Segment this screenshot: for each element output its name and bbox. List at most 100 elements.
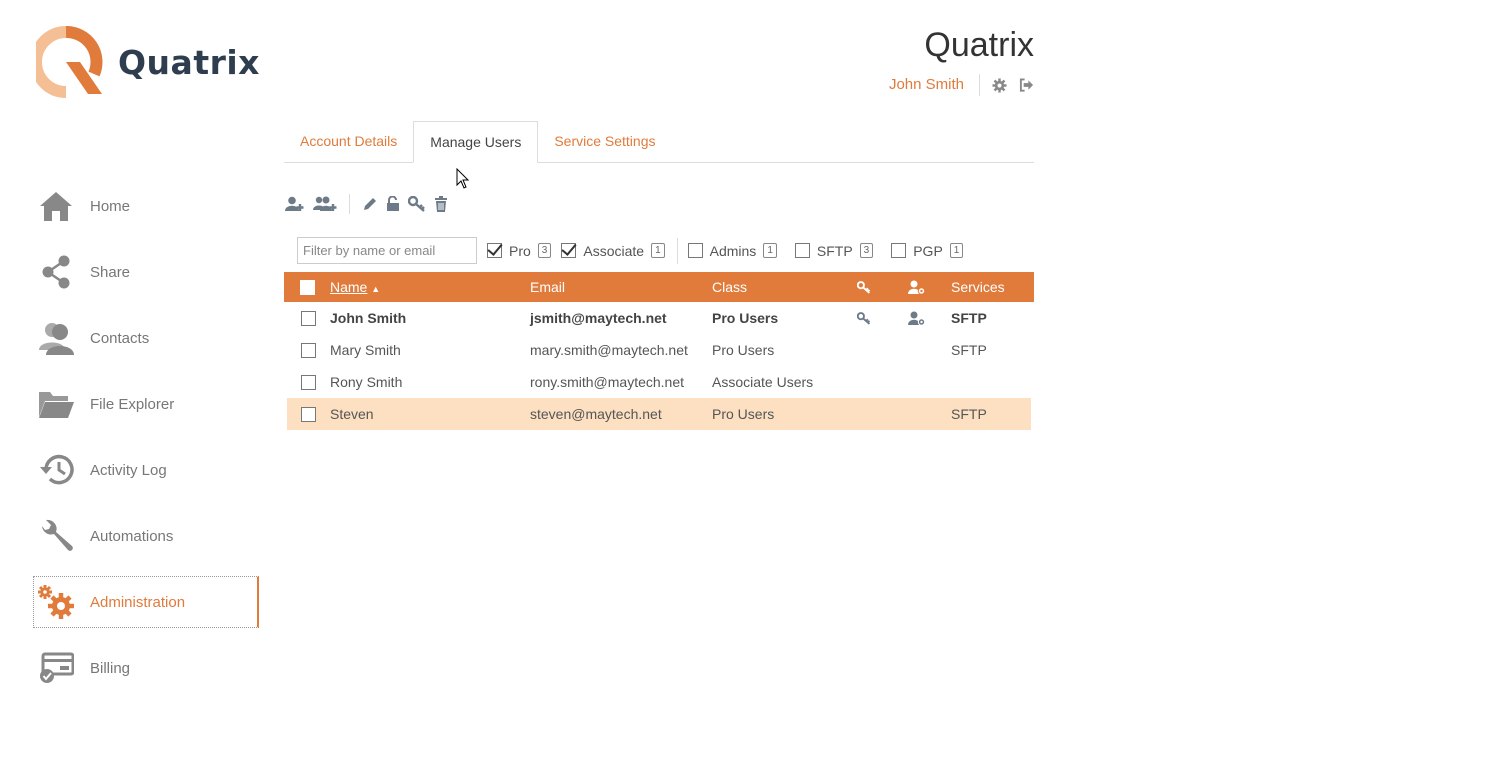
table-row[interactable]: Rony Smith rony.smith@maytech.net Associ… <box>287 366 1031 398</box>
sidebar-item-label: File Explorer <box>90 395 175 413</box>
quatrix-logo-mark <box>36 26 103 98</box>
cell-name: Mary Smith <box>330 342 401 358</box>
user-toolbar <box>285 193 456 215</box>
cell-name: Rony Smith <box>330 374 403 390</box>
sidebar-item-file-explorer[interactable]: File Explorer <box>33 378 259 430</box>
sidebar-item-label: Activity Log <box>90 461 167 479</box>
column-header-class[interactable]: Class <box>712 279 837 295</box>
add-user-icon[interactable] <box>285 196 305 212</box>
history-icon <box>36 450 76 490</box>
delete-trash-icon[interactable] <box>434 196 448 212</box>
users-table: Name ▲ Email Class Services John Smith j… <box>284 272 1034 430</box>
logout-icon[interactable] <box>1019 78 1034 92</box>
cell-email: jsmith@maytech.net <box>530 310 667 326</box>
filter-pro-checkbox[interactable] <box>487 243 502 258</box>
column-header-user-admin-icon[interactable] <box>890 280 943 295</box>
contacts-icon <box>36 318 76 358</box>
filter-sftp-count: 3 <box>859 243 874 258</box>
quatrix-logo[interactable]: Quatrix <box>36 26 260 98</box>
tab-manage-users[interactable]: Manage Users <box>413 121 539 163</box>
sort-name-label[interactable]: Name <box>330 279 367 295</box>
filter-sftp-checkbox[interactable] <box>794 243 810 258</box>
filter-associate[interactable]: Associate 1 <box>561 242 665 259</box>
sort-asc-icon: ▲ <box>371 284 381 294</box>
cell-class: Associate Users <box>712 374 814 390</box>
home-icon <box>36 186 76 226</box>
filter-associate-checkbox[interactable] <box>561 243 577 258</box>
sidebar-item-label: Automations <box>90 527 174 545</box>
column-header-key-icon[interactable] <box>837 280 890 294</box>
table-header: Name ▲ Email Class Services <box>284 272 1034 302</box>
cell-name: John Smith <box>330 310 407 326</box>
select-all-checkbox[interactable] <box>299 279 315 295</box>
sidebar-item-billing[interactable]: Billing <box>33 642 259 694</box>
cell-class: Pro Users <box>712 310 779 326</box>
folder-icon <box>36 384 76 424</box>
sidebar-item-label: Home <box>90 197 131 215</box>
sidebar-item-label: Administration <box>90 593 186 611</box>
sidebar-item-label: Contacts <box>90 329 150 347</box>
gears-icon <box>36 582 76 622</box>
user-bar: John Smith <box>889 74 1034 96</box>
filter-admins-label: Admins <box>709 242 757 259</box>
filter-pgp-checkbox[interactable] <box>891 243 907 258</box>
filter-pgp[interactable]: PGP 1 <box>891 242 964 259</box>
key-icon[interactable] <box>408 196 426 212</box>
user-name-link[interactable]: John Smith <box>889 74 980 96</box>
unlock-icon[interactable] <box>386 196 400 212</box>
filter-search-input[interactable] <box>297 237 477 264</box>
cell-class: Pro Users <box>712 342 775 358</box>
settings-gear-icon[interactable] <box>992 77 1007 93</box>
toolbar-divider <box>349 194 350 214</box>
filter-divider <box>676 237 678 264</box>
share-icon <box>36 252 76 292</box>
table-row[interactable]: Steven steven@maytech.net Pro Users SFTP <box>287 398 1031 430</box>
admin-tabs: Account Details Manage Users Service Set… <box>284 121 1034 163</box>
add-users-group-icon[interactable] <box>313 196 337 212</box>
filter-pgp-label: PGP <box>913 242 943 259</box>
sidebar-item-share[interactable]: Share <box>33 246 259 298</box>
filter-pgp-count: 1 <box>949 243 964 258</box>
filter-admins[interactable]: Admins 1 <box>687 242 777 259</box>
filter-admins-count: 1 <box>763 243 777 258</box>
table-row[interactable]: Mary Smith mary.smith@maytech.net Pro Us… <box>287 334 1031 366</box>
cell-email: steven@maytech.net <box>530 406 662 422</box>
row-key-icon <box>837 311 890 325</box>
column-header-services[interactable]: Services <box>943 279 1029 295</box>
app-title: Quatrix <box>924 26 1034 64</box>
filter-associate-label: Associate <box>583 242 645 259</box>
row-user-admin-icon <box>890 311 943 326</box>
filter-sftp[interactable]: SFTP 3 <box>794 242 874 259</box>
sidebar-item-automations[interactable]: Automations <box>33 510 259 562</box>
row-checkbox[interactable] <box>301 374 316 390</box>
cell-email: rony.smith@maytech.net <box>530 374 685 390</box>
sidebar-item-label: Billing <box>90 659 131 677</box>
cell-services: SFTP <box>951 310 987 326</box>
filter-sftp-label: SFTP <box>816 242 853 259</box>
sidebar-nav: Home Share Contacts File Explorer Activi… <box>33 180 259 708</box>
filter-pro[interactable]: Pro 3 <box>487 242 552 259</box>
sidebar-item-contacts[interactable]: Contacts <box>33 312 259 364</box>
edit-pencil-icon[interactable] <box>362 196 378 212</box>
cell-services: SFTP <box>951 406 987 422</box>
filter-admins-checkbox[interactable] <box>687 243 703 258</box>
table-row[interactable]: John Smith jsmith@maytech.net Pro Users … <box>287 302 1031 334</box>
column-header-email[interactable]: Email <box>530 279 712 295</box>
filter-associate-count: 1 <box>651 243 665 258</box>
row-checkbox[interactable] <box>301 342 316 358</box>
sidebar-item-home[interactable]: Home <box>33 180 259 232</box>
sidebar-item-activity-log[interactable]: Activity Log <box>33 444 259 496</box>
cell-name: Steven <box>330 406 374 422</box>
sidebar-item-administration[interactable]: Administration <box>33 576 259 628</box>
logo-text: Quatrix <box>118 42 260 82</box>
tab-service-settings[interactable]: Service Settings <box>538 121 671 163</box>
mouse-cursor-icon <box>456 168 470 189</box>
wrench-icon <box>36 516 76 556</box>
billing-icon <box>36 648 76 688</box>
column-header-name[interactable]: Name ▲ <box>330 279 530 295</box>
row-checkbox[interactable] <box>301 310 316 326</box>
filter-pro-label: Pro <box>509 242 531 259</box>
cell-email: mary.smith@maytech.net <box>530 342 688 358</box>
tab-account-details[interactable]: Account Details <box>284 121 413 163</box>
row-checkbox[interactable] <box>301 406 316 422</box>
